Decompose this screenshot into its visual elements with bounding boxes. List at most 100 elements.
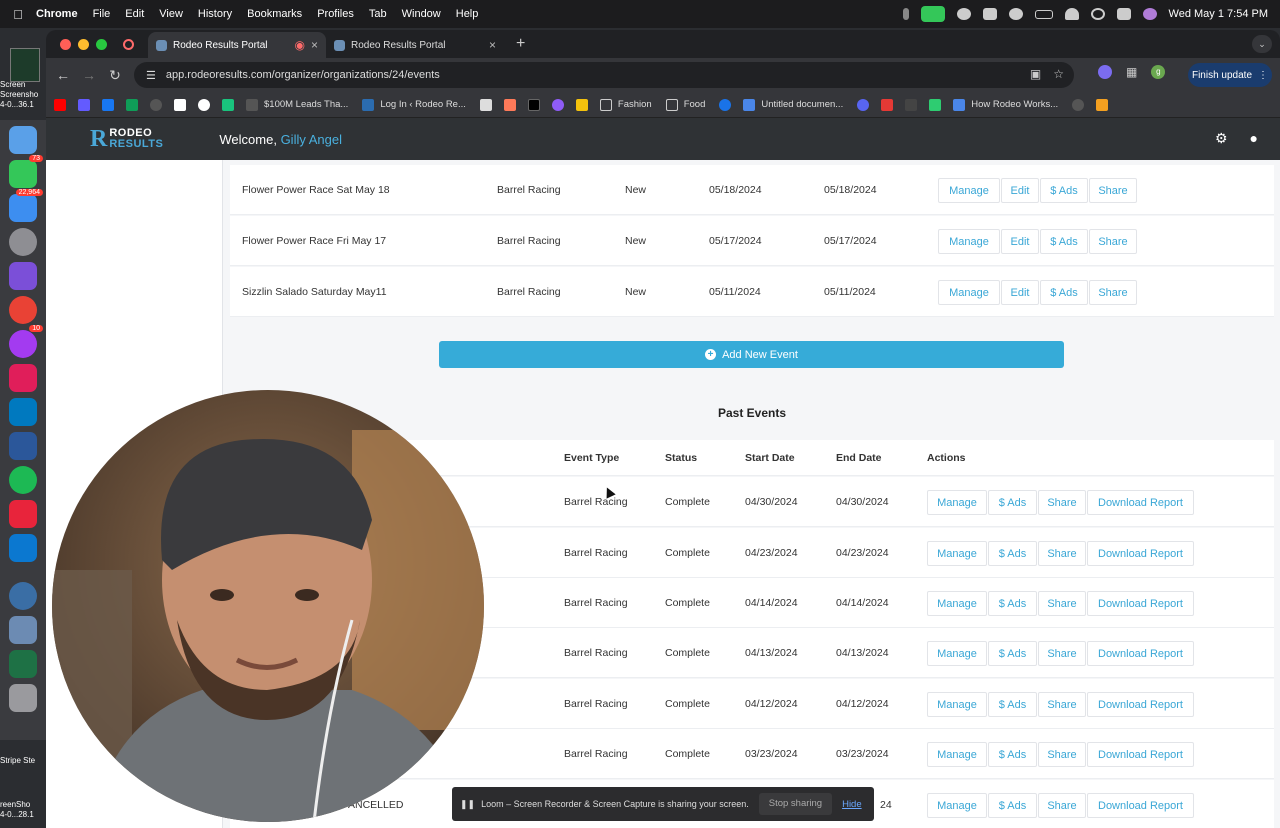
chatgpt-icon[interactable] [956, 8, 971, 20]
vercel-bookmark-icon[interactable] [929, 98, 942, 111]
battery-icon[interactable] [1034, 9, 1053, 19]
share-button[interactable]: Share [1089, 178, 1137, 203]
gear-icon[interactable]: ⚙ [1215, 130, 1228, 147]
share-button[interactable]: Share [1089, 229, 1137, 254]
google-bookmark-icon[interactable] [198, 98, 210, 111]
play-icon[interactable] [1008, 8, 1023, 20]
trash-icon[interactable] [9, 684, 37, 712]
spotlight-search-icon[interactable] [1090, 8, 1105, 20]
download-report-button[interactable]: Download Report [1087, 742, 1194, 767]
apple-menu-icon[interactable]:  [0, 7, 36, 22]
purple-bookmark-icon[interactable] [551, 98, 564, 111]
maximize-window-icon[interactable] [96, 38, 107, 50]
edit-button[interactable]: Edit [1001, 280, 1039, 305]
manage-button[interactable]: Manage [938, 178, 1000, 203]
apple-bookmark-icon[interactable] [1072, 98, 1085, 111]
menu-chrome[interactable]: Chrome [36, 8, 78, 20]
messages-icon[interactable]: 73 [9, 155, 43, 188]
microphone-icon[interactable] [902, 8, 909, 20]
ads-button[interactable]: $ Ads [1040, 229, 1088, 254]
ads-button[interactable]: $ Ads [988, 490, 1037, 515]
finder-icon[interactable] [9, 126, 37, 154]
add-new-event-button[interactable]: + Add New Event [439, 341, 1064, 368]
download-report-button[interactable]: Download Report [1087, 793, 1194, 818]
chrome-icon[interactable] [9, 296, 37, 324]
menu-file[interactable]: File [93, 8, 111, 20]
finish-update-button[interactable]: Finish update ⋮ [1188, 63, 1272, 87]
manage-button[interactable]: Manage [927, 742, 987, 767]
h-app-icon[interactable] [9, 500, 37, 528]
minimize-window-icon[interactable] [78, 38, 89, 50]
extensions-puzzle-icon[interactable]: ▦ [1126, 65, 1137, 79]
sheets-bookmark-icon[interactable] [126, 98, 138, 111]
wifi-icon[interactable] [1064, 8, 1079, 20]
menu-window[interactable]: Window [402, 8, 441, 20]
download-report-button[interactable]: Download Report [1087, 591, 1194, 616]
ads-button[interactable]: $ Ads [988, 793, 1037, 818]
bookmark-untitled-doc[interactable]: Untitled documen... [743, 98, 843, 111]
menu-tab[interactable]: Tab [369, 8, 387, 20]
menu-bookmarks[interactable]: Bookmarks [247, 8, 302, 20]
tab-close-icon[interactable]: × [489, 38, 496, 52]
excel-icon[interactable] [9, 650, 37, 678]
mail-icon[interactable]: 22,964 [9, 189, 43, 222]
notion-bookmark-icon[interactable] [479, 98, 492, 111]
facebook-bookmark-icon[interactable] [102, 98, 114, 111]
share-button[interactable]: Share [1038, 742, 1086, 767]
ads-button[interactable]: $ Ads [988, 692, 1037, 717]
manage-button[interactable]: Manage [927, 541, 987, 566]
back-arrow-icon[interactable]: ← [50, 67, 76, 83]
hide-link[interactable]: Hide [842, 799, 862, 810]
manage-button[interactable]: Manage [927, 641, 987, 666]
messenger-icon[interactable]: 10 [9, 325, 43, 358]
yellow-bookmark-icon[interactable] [575, 98, 588, 111]
manage-button[interactable]: Manage [938, 229, 1000, 254]
ads-button[interactable]: $ Ads [988, 641, 1037, 666]
user-name[interactable]: Gilly Angel [281, 132, 342, 147]
stripe-bookmark-icon[interactable] [78, 98, 90, 111]
blue-bookmark-icon[interactable] [719, 98, 732, 111]
dropbox-icon[interactable] [982, 8, 997, 20]
bookmark-how-rodeo-works[interactable]: How Rodeo Works... [953, 98, 1058, 111]
camera-in-use-icon[interactable]: ▣ [1030, 67, 1041, 81]
settings-icon[interactable] [9, 228, 37, 256]
share-button[interactable]: Share [1038, 541, 1086, 566]
analytics-bookmark-icon[interactable] [1096, 98, 1109, 111]
share-button[interactable]: Share [1038, 641, 1086, 666]
u-bookmark-icon[interactable] [174, 98, 186, 111]
reload-icon[interactable]: ↻ [102, 67, 128, 84]
trello-icon[interactable] [9, 398, 37, 426]
grid-bookmark-icon[interactable] [905, 98, 918, 111]
tab-close-icon[interactable]: × [311, 38, 318, 52]
pause-icon[interactable]: ❚❚ [460, 799, 475, 810]
apple-bookmark-icon[interactable] [150, 98, 162, 111]
discord-bookmark-icon[interactable] [857, 98, 870, 111]
control-center-icon[interactable] [1116, 8, 1131, 20]
forward-arrow-icon[interactable]: → [76, 67, 102, 83]
download-report-button[interactable]: Download Report [1087, 541, 1194, 566]
site-info-icon[interactable]: ☰ [146, 69, 156, 82]
ads-button[interactable]: $ Ads [1040, 178, 1088, 203]
share-button[interactable]: Share [1038, 793, 1086, 818]
menu-edit[interactable]: Edit [125, 8, 144, 20]
slack-icon[interactable] [9, 364, 37, 392]
bookmark-folder-fashion[interactable]: Fashion [599, 98, 652, 111]
menu-view[interactable]: View [159, 8, 183, 20]
ads-button[interactable]: $ Ads [988, 591, 1037, 616]
bookmark-100m-leads[interactable]: $100M Leads Tha... [246, 98, 348, 111]
hubspot-bookmark-icon[interactable] [503, 98, 516, 111]
edit-button[interactable]: Edit [1001, 178, 1039, 203]
tab-rodeo-results-2[interactable]: Rodeo Results Portal × [326, 32, 504, 58]
webcam-bubble[interactable] [52, 390, 484, 822]
bookmark-login-rodeo[interactable]: Log In ‹ Rodeo Re... [362, 98, 466, 111]
download-report-button[interactable]: Download Report [1087, 490, 1194, 515]
red-bookmark-icon[interactable] [881, 98, 894, 111]
ads-button[interactable]: $ Ads [988, 742, 1037, 767]
new-tab-button[interactable]: + [516, 35, 525, 53]
manage-button[interactable]: Manage [938, 280, 1000, 305]
manage-button[interactable]: Manage [927, 591, 987, 616]
tab-rodeo-results-1[interactable]: Rodeo Results Portal ◉ × [148, 32, 326, 58]
share-button[interactable]: Share [1038, 591, 1086, 616]
manage-button[interactable]: Manage [927, 692, 987, 717]
tab-search-chevron-icon[interactable]: ⌄ [1252, 35, 1272, 53]
